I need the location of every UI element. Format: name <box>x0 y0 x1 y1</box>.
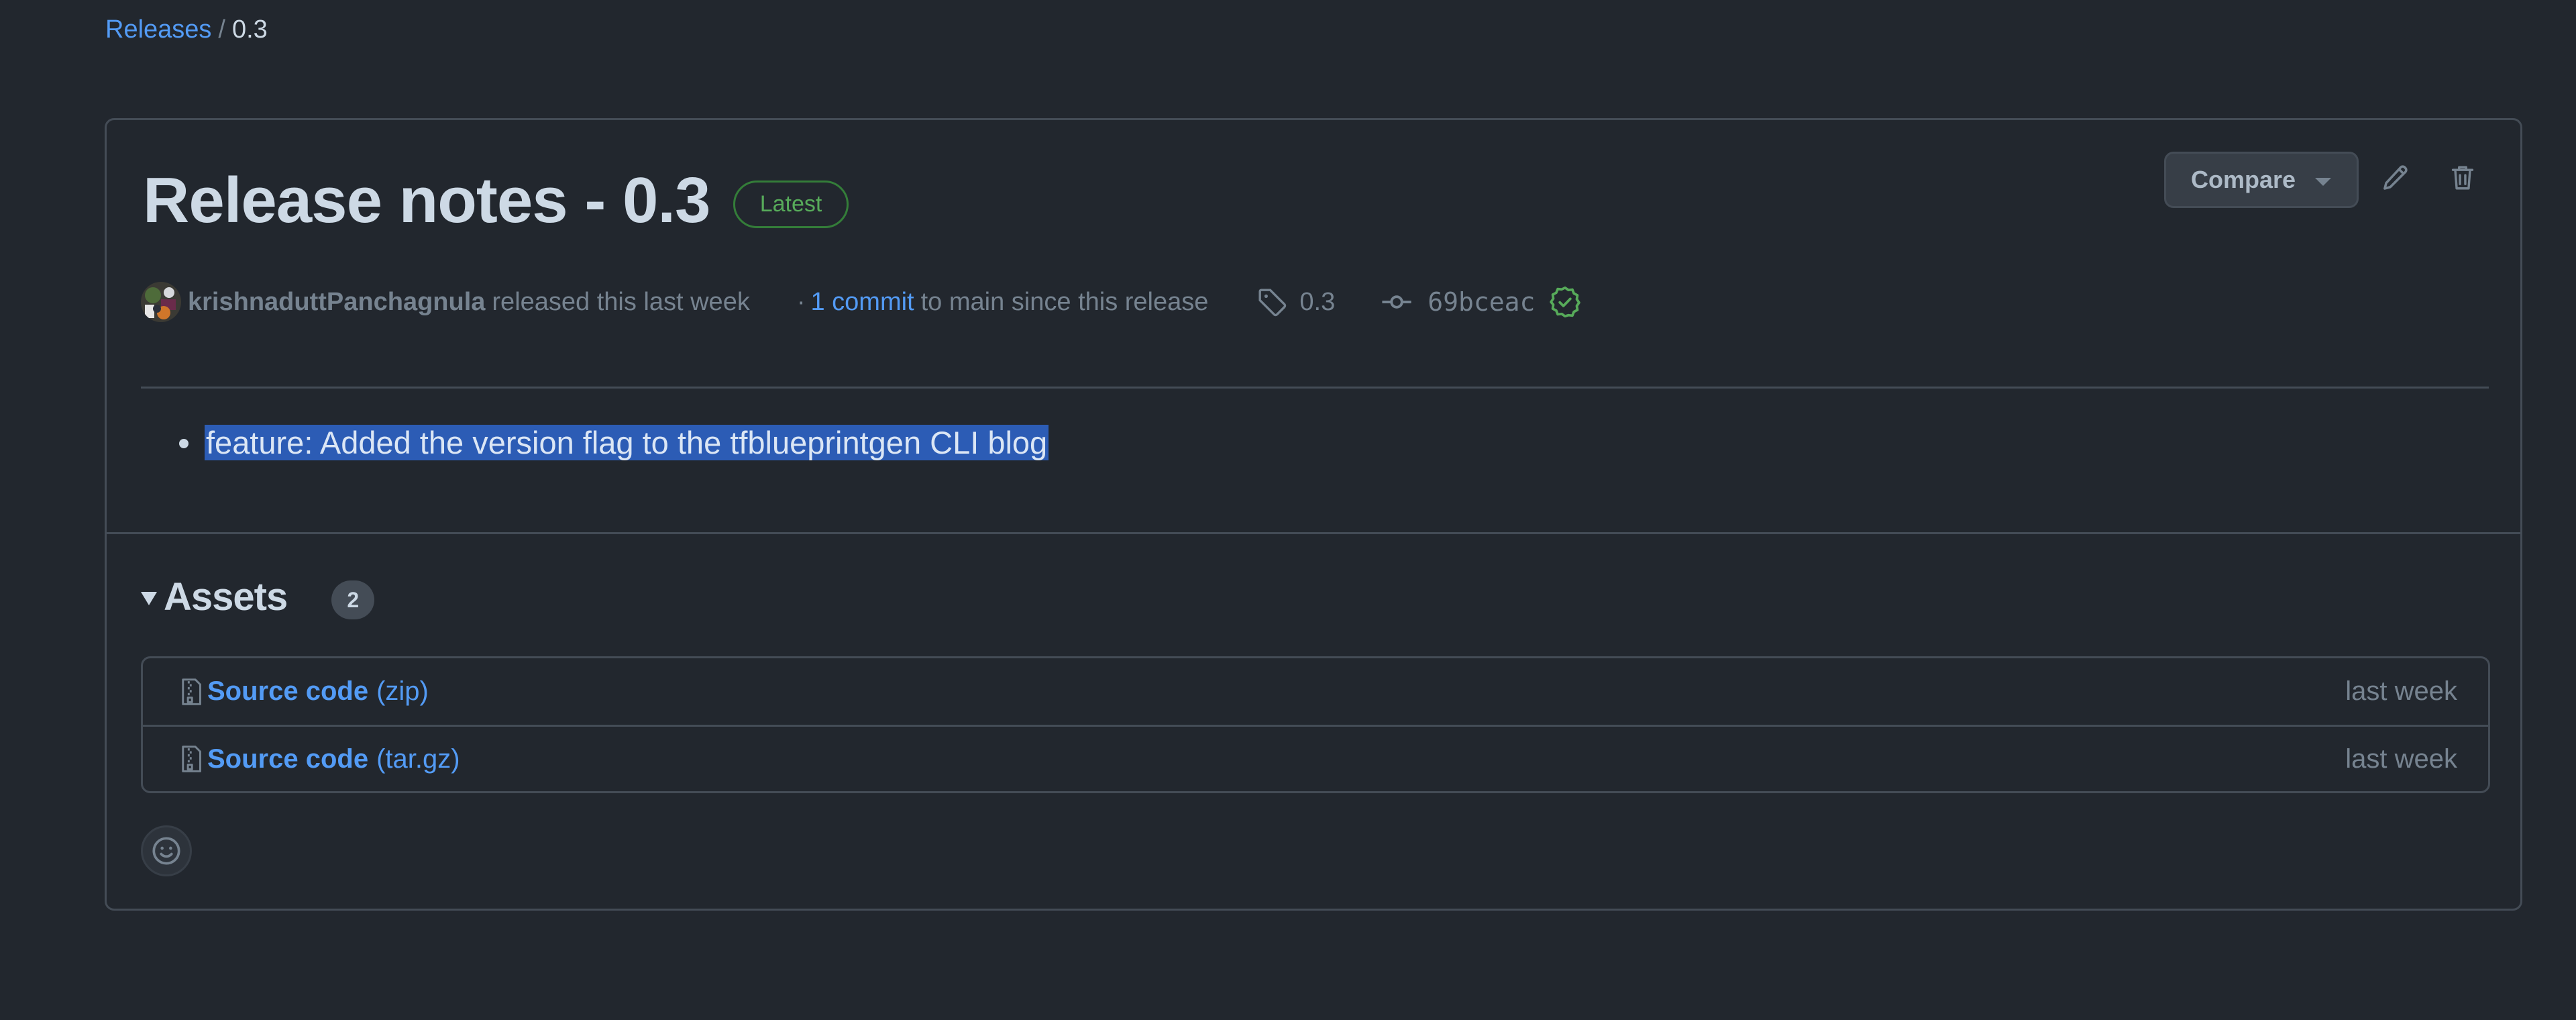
asset-date: last week <box>2345 676 2457 706</box>
assets-count-badge: 2 <box>331 580 375 619</box>
asset-name: Source code <box>207 744 369 774</box>
bullet-icon <box>179 439 189 448</box>
meta-separator: · <box>796 287 806 316</box>
section-divider <box>107 532 2520 534</box>
release-notes: feature: Added the version flag to the t… <box>141 419 1049 467</box>
commits-since-text: to main since this release <box>920 287 1209 316</box>
asset-ext: (zip) <box>376 676 429 706</box>
release-title: Release notes - 0.3 <box>143 164 710 236</box>
author-link[interactable]: krishnaduttPanchagnula <box>188 288 485 317</box>
author-avatar[interactable] <box>141 282 181 322</box>
file-zip-icon <box>178 744 205 774</box>
assets-toggle[interactable]: Assets 2 <box>141 570 375 623</box>
tag-icon <box>1256 287 1287 317</box>
release-note-text: feature: Added the version flag to the t… <box>205 425 1049 460</box>
tag-link[interactable]: 0.3 <box>1299 288 1335 317</box>
compare-button-label: Compare <box>2191 166 2296 193</box>
asset-name: Source code <box>207 676 369 706</box>
release-note-item: feature: Added the version flag to the t… <box>141 419 1049 467</box>
triangle-down-icon <box>141 592 157 605</box>
assets-list: Source code (zip) last week Source code (t… <box>141 656 2490 793</box>
latest-badge: Latest <box>733 181 849 228</box>
body-divider <box>141 387 2489 389</box>
breadcrumb-releases-link[interactable]: Releases <box>105 15 211 44</box>
commits-since-link[interactable]: 1 commit <box>810 288 914 317</box>
asset-ext: (tar.gz) <box>376 744 460 774</box>
release-card: Release notes - 0.3 Latest Compare krish… <box>105 118 2522 911</box>
breadcrumb: Releases/0.3 <box>105 13 268 46</box>
asset-date: last week <box>2345 744 2457 774</box>
file-zip-icon <box>178 677 205 707</box>
add-reaction-button[interactable] <box>141 825 192 876</box>
trash-icon <box>2451 166 2474 190</box>
asset-download-link[interactable]: Source code (tar.gz) <box>207 744 460 774</box>
breadcrumb-current: 0.3 <box>231 15 268 44</box>
release-meta: krishnaduttPanchagnula released this las… <box>141 280 1582 324</box>
delete-release-button[interactable] <box>2444 159 2481 197</box>
compare-button[interactable]: Compare <box>2164 152 2359 208</box>
breadcrumb-separator: / <box>218 15 225 44</box>
triangle-down-icon <box>2315 178 2331 186</box>
pencil-icon <box>2383 165 2408 190</box>
edit-release-button[interactable] <box>2376 159 2414 197</box>
asset-download-link[interactable]: Source code (zip) <box>207 676 429 707</box>
released-text: released this last week <box>492 287 750 316</box>
asset-row: Source code (zip) last week <box>143 658 2488 725</box>
commit-sha-link[interactable]: 69bceac <box>1428 287 1535 317</box>
git-commit-icon <box>1381 286 1413 318</box>
verified-check-icon[interactable] <box>1548 285 1582 319</box>
assets-title: Assets <box>164 574 288 619</box>
asset-row: Source code (tar.gz) last week <box>143 725 2488 791</box>
smiley-icon <box>152 837 180 865</box>
